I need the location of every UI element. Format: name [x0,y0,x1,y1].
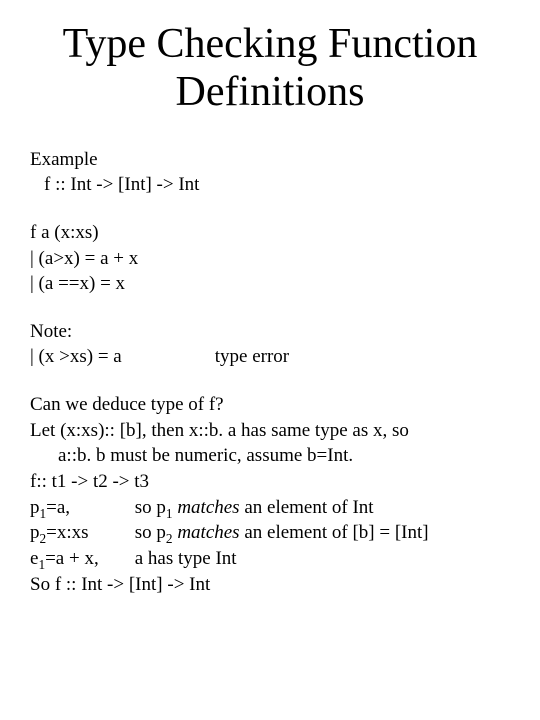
example-signature: f :: Int -> [Int] -> Int [30,172,510,198]
deduce-block: Can we deduce type of f? Let (x:xs):: [b… [30,392,510,597]
let-line-a: Let (x:xs):: [b], then x::b. a has same … [30,418,510,444]
f-type-line: f:: t1 -> t2 -> t3 [30,469,510,495]
note-guard: | (x >xs) = a [30,344,210,370]
e1-right: a has type Int [135,548,237,569]
defn-head: f a (x:xs) [30,220,510,246]
p2-right: so p2 matches an element of [b] = [Int] [135,522,429,543]
slide-page: Type Checking Function Definitions Examp… [0,0,540,639]
deduce-question: Can we deduce type of f? [30,392,510,418]
definition-block: f a (x:xs) | (a>x) = a + x | (a ==x) = x [30,220,510,297]
defn-guard-1: | (a>x) = a + x [30,246,510,272]
p1-right: so p1 matches an element of Int [135,497,374,518]
p1-left: p1=a, [30,495,130,521]
e1-left: e1=a + x, [30,546,130,572]
e1-line: e1=a + x, a has type Int [30,546,510,572]
note-line: | (x >xs) = a type error [30,344,510,370]
note-error: type error [215,346,289,367]
p1-line: p1=a, so p1 matches an element of Int [30,495,510,521]
let-line-b: a::b. b must be numeric, assume b=Int. [30,443,510,469]
p2-left: p2=x:xs [30,520,130,546]
note-label: Note: [30,319,510,345]
p2-line: p2=x:xs so p2 matches an element of [b] … [30,520,510,546]
defn-guard-2: | (a ==x) = x [30,271,510,297]
slide-title: Type Checking Function Definitions [30,20,510,117]
final-line: So f :: Int -> [Int] -> Int [30,572,510,598]
note-block: Note: | (x >xs) = a type error [30,319,510,370]
example-label: Example [30,147,510,173]
example-block: Example f :: Int -> [Int] -> Int [30,147,510,198]
